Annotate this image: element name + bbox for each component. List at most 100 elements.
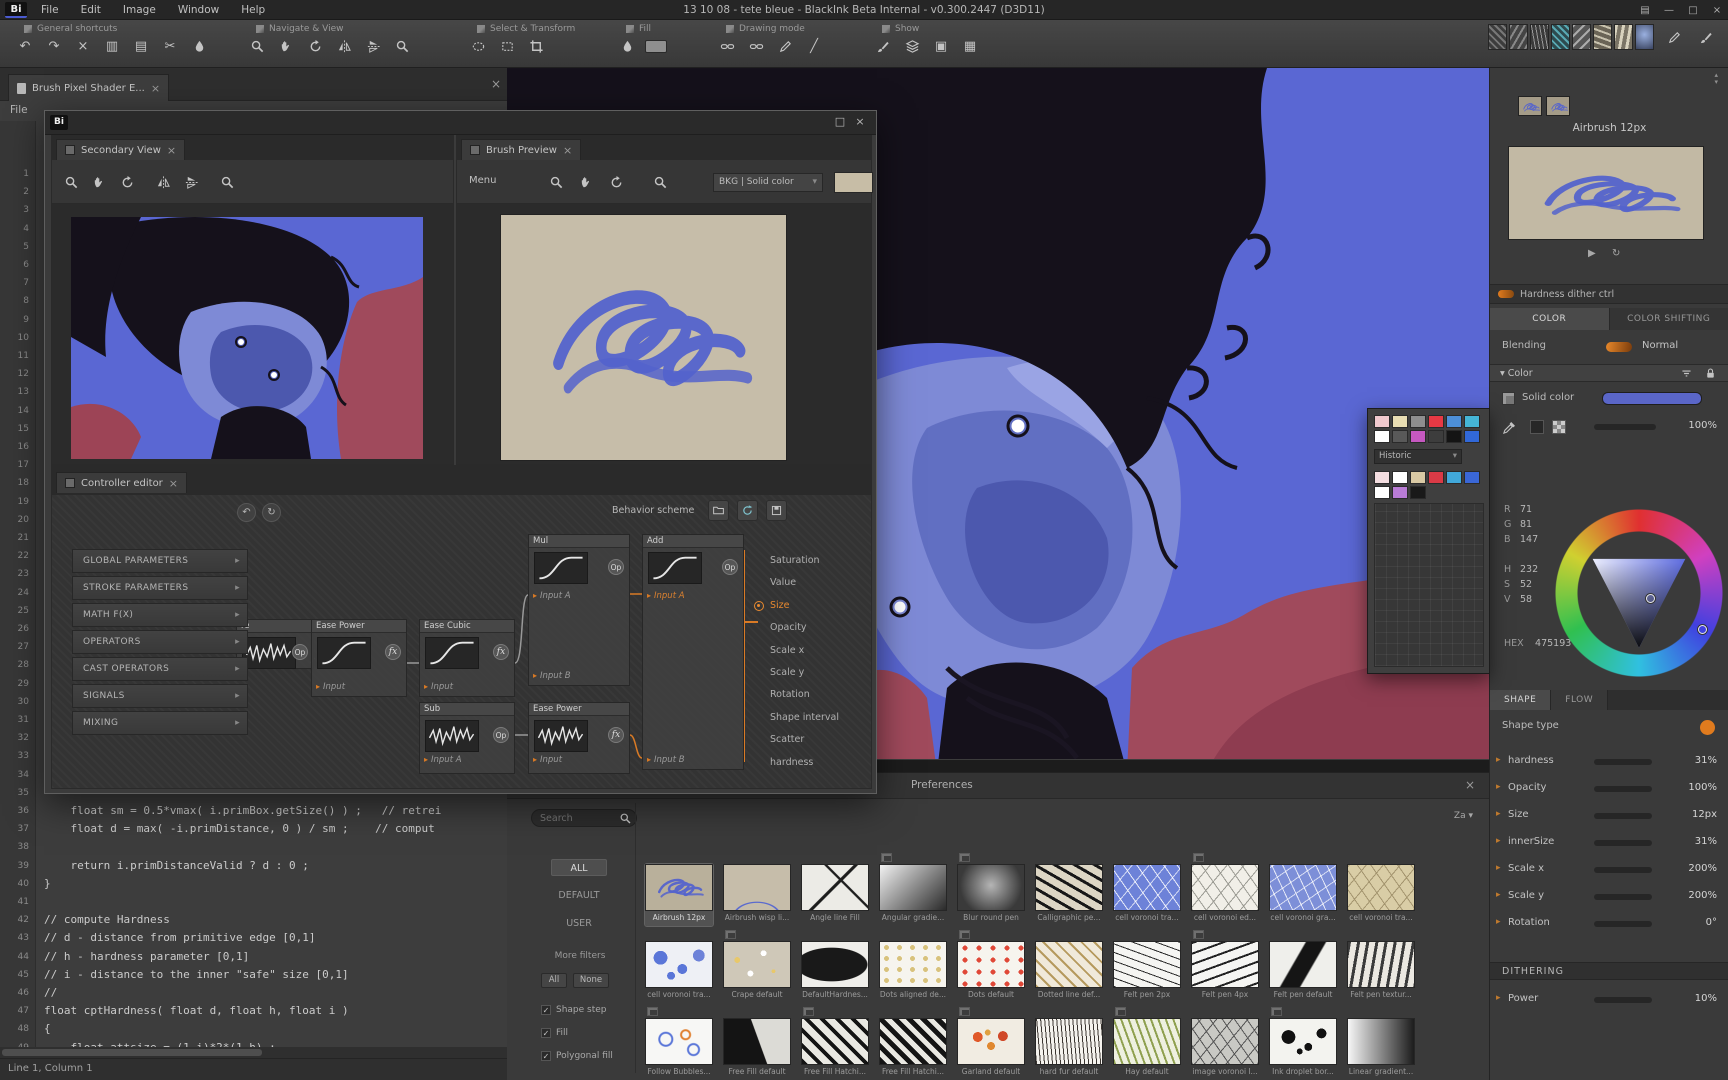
- refresh-preview-button[interactable]: ↻: [1612, 248, 1620, 259]
- solid-color-row[interactable]: Solid color: [1490, 388, 1728, 410]
- filter-default[interactable]: DEFAULT: [551, 887, 607, 904]
- brush-item[interactable]: Felt pen 4px: [1191, 941, 1259, 1003]
- node-input[interactable]: ▸Input A: [533, 591, 571, 601]
- brush-item[interactable]: hard fur default: [1035, 1018, 1103, 1080]
- select-none-button[interactable]: None: [573, 973, 609, 988]
- brush-item[interactable]: Calligraphic pe...: [1035, 864, 1103, 926]
- rotate-view-icon[interactable]: [116, 171, 138, 193]
- hardness-dither-ctrl[interactable]: Hardness dither ctrl: [1490, 284, 1728, 304]
- tab-color-shifting[interactable]: COLOR SHIFTING: [1610, 308, 1728, 330]
- brush-item[interactable]: Felt pen 2px: [1113, 941, 1181, 1003]
- slider-size[interactable]: ▸Size12px: [1490, 806, 1728, 826]
- ellipse-select-icon[interactable]: [467, 35, 489, 57]
- brush-item[interactable]: Dots default: [957, 941, 1025, 1003]
- slider-track[interactable]: [1594, 997, 1652, 1003]
- color-swatch[interactable]: [1392, 486, 1408, 499]
- historic-dropdown[interactable]: Historic▾: [1374, 449, 1462, 464]
- brush-item[interactable]: Follow Bubbles...: [645, 1018, 713, 1080]
- slider-scale-x[interactable]: ▸Scale x200%: [1490, 860, 1728, 880]
- brush-item[interactable]: Felt pen default: [1269, 941, 1337, 1003]
- close-button[interactable]: ×: [852, 115, 868, 128]
- flip-vertical-icon[interactable]: [180, 171, 202, 193]
- checkbox-fill[interactable]: ✓Fill: [541, 1028, 568, 1038]
- expand-arrow-icon[interactable]: ▸: [1496, 836, 1501, 846]
- color-section-header[interactable]: ▾ Color: [1490, 364, 1728, 382]
- dock2-icon[interactable]: ▤: [130, 35, 152, 57]
- frame-icon[interactable]: ▣: [930, 35, 952, 57]
- menu-edit[interactable]: Edit: [81, 4, 101, 16]
- slider-power[interactable]: ▸Power10%: [1490, 990, 1728, 1010]
- checkbox-icon[interactable]: ✓: [541, 1005, 551, 1015]
- scrollbar-thumb[interactable]: [2, 1049, 262, 1056]
- current-color-chip[interactable]: [1602, 392, 1702, 405]
- color-swatch[interactable]: [1410, 471, 1426, 484]
- close-icon[interactable]: ×: [72, 35, 94, 57]
- rotate-view-icon[interactable]: [605, 171, 627, 193]
- node-add[interactable]: AddOp▸Input A▸Input B: [642, 534, 744, 770]
- brush-item[interactable]: image voronoi l...: [1191, 1018, 1259, 1080]
- controller-output-scatter[interactable]: Scatter: [752, 734, 870, 749]
- background-color-swatch[interactable]: [834, 172, 873, 193]
- close-icon[interactable]: ×: [491, 77, 501, 91]
- slider-opacity[interactable]: ▸Opacity100%: [1490, 779, 1728, 799]
- controller-category[interactable]: OPERATORS▸: [72, 630, 248, 654]
- undo-icon[interactable]: ↶: [14, 35, 36, 57]
- controller-category[interactable]: MATH F(X)▸: [72, 603, 248, 627]
- slider-track[interactable]: [1594, 894, 1652, 900]
- secondary-color-chip[interactable]: [1530, 420, 1544, 434]
- controller-output-scale-x[interactable]: Scale x: [752, 645, 870, 660]
- checkbox-shape-step[interactable]: ✓Shape step: [541, 1005, 607, 1015]
- checkbox-icon[interactable]: ✓: [541, 1028, 551, 1038]
- brush-tool-icon[interactable]: [1694, 24, 1718, 50]
- crop-icon[interactable]: [525, 35, 547, 57]
- close-icon[interactable]: ×: [151, 82, 160, 95]
- expand-arrow-icon[interactable]: ▸: [1496, 755, 1501, 765]
- open-scheme-icon[interactable]: [708, 500, 729, 521]
- brush-item[interactable]: Airbrush 12px: [645, 864, 713, 926]
- tab-brush-preview[interactable]: Brush Preview×: [461, 139, 581, 160]
- checkbox-icon[interactable]: ✓: [541, 1051, 551, 1061]
- redo-icon[interactable]: ↻: [262, 503, 281, 522]
- node-input[interactable]: ▸Input A: [647, 591, 685, 601]
- floating-window[interactable]: Bi □ × Secondary View×: [44, 110, 877, 794]
- brush-item[interactable]: Dots aligned de...: [879, 941, 947, 1003]
- floating-window-titlebar[interactable]: Bi □ ×: [45, 111, 876, 135]
- tab-flow[interactable]: FLOW: [1551, 690, 1608, 710]
- brush-item[interactable]: Felt pen textur...: [1347, 941, 1415, 1003]
- tab-color[interactable]: COLOR: [1490, 308, 1610, 330]
- zoom-reset-icon[interactable]: [216, 171, 238, 193]
- brush-variant-thumbnail[interactable]: [1518, 96, 1542, 116]
- flip-horizontal-icon[interactable]: [152, 171, 174, 193]
- close-icon[interactable]: ×: [169, 477, 178, 490]
- menu-help[interactable]: Help: [241, 4, 265, 16]
- node-input[interactable]: ▸Input A: [424, 755, 462, 765]
- node-input[interactable]: ▸Input: [424, 682, 453, 692]
- link-stroke-icon[interactable]: [716, 35, 738, 57]
- app-logo[interactable]: Bi: [5, 2, 27, 18]
- slider-track[interactable]: [1594, 813, 1652, 819]
- brush-item[interactable]: Free Fill default: [723, 1018, 791, 1080]
- brush-preview-canvas[interactable]: [457, 204, 871, 464]
- brush-item[interactable]: Angular gradie...: [879, 864, 947, 926]
- horizontal-scrollbar[interactable]: [0, 1047, 507, 1058]
- color-swatch[interactable]: [1464, 415, 1480, 428]
- filter-icon[interactable]: [1680, 367, 1693, 380]
- close-icon[interactable]: ×: [167, 144, 176, 157]
- rotate-view-icon[interactable]: [304, 35, 326, 57]
- color-swatch[interactable]: [1446, 430, 1462, 443]
- menu-window[interactable]: Window: [178, 4, 219, 16]
- tab-brush-pixel-shader[interactable]: Brush Pixel Shader E... ×: [8, 74, 169, 101]
- controller-output-size[interactable]: Size: [752, 600, 870, 615]
- dithering-section-header[interactable]: DITHERING: [1490, 962, 1728, 980]
- brush-texture-preset[interactable]: [1635, 24, 1654, 50]
- palette-grid[interactable]: [1374, 503, 1484, 667]
- brush-stroke-preview[interactable]: [1508, 146, 1704, 240]
- brush-item[interactable]: cell voronoi ed...: [1191, 864, 1259, 926]
- close-icon[interactable]: ×: [563, 144, 572, 157]
- flip-vertical-icon[interactable]: [362, 35, 384, 57]
- shape-type-swatch[interactable]: [1700, 720, 1715, 735]
- brush-item[interactable]: Airbrush wisp li...: [723, 864, 791, 926]
- pen-tool-icon[interactable]: [1662, 24, 1686, 50]
- color-swatch[interactable]: [1410, 415, 1426, 428]
- brush-item[interactable]: Dotted line def...: [1035, 941, 1103, 1003]
